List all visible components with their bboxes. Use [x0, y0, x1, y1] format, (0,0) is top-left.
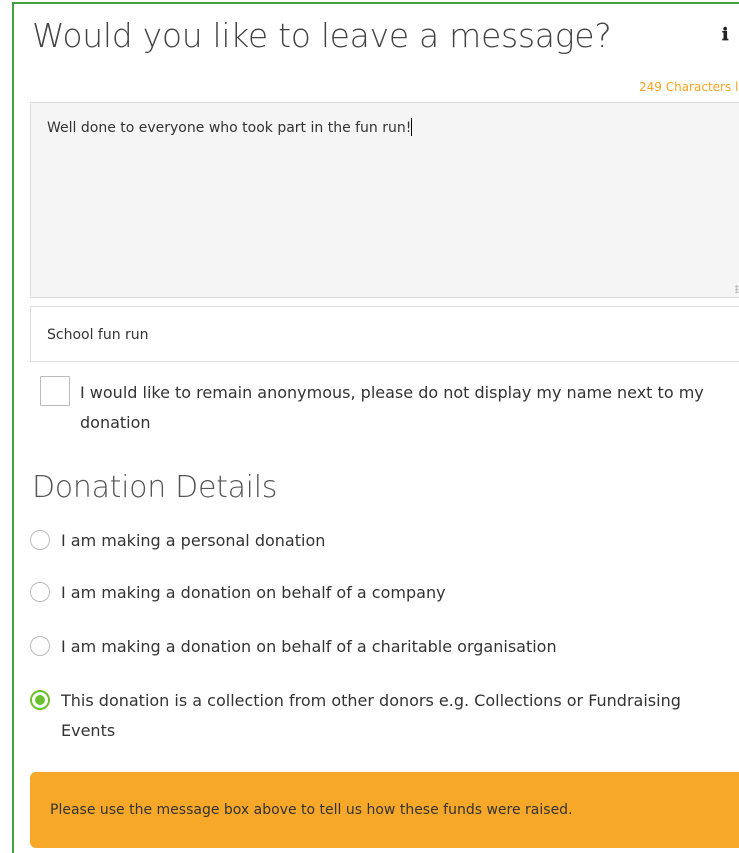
message-textarea[interactable]: Well done to everyone who took part in t… — [30, 102, 739, 298]
display-name-value: School fun run — [47, 327, 149, 343]
text-cursor — [411, 118, 413, 136]
collection-notice-banner: Please use the message box above to tell… — [30, 772, 739, 848]
message-text: Well done to everyone who took part in t… — [47, 120, 412, 136]
radio-label[interactable]: I am making a donation on behalf of a ch… — [61, 632, 721, 662]
donation-details-heading: Donation Details — [32, 470, 278, 505]
radio-button[interactable] — [30, 582, 50, 602]
characters-left-counter: 249 Characters lef — [639, 80, 739, 94]
message-section-title: Would you like to leave a message? — [32, 16, 612, 55]
resize-handle-icon[interactable] — [735, 285, 739, 293]
radio-option-personal[interactable]: I am making a personal donation — [30, 526, 739, 556]
display-name-field[interactable]: School fun run — [30, 306, 739, 362]
anonymous-checkbox-label[interactable]: I would like to remain anonymous, please… — [80, 378, 739, 438]
radio-option-charitable-organisation[interactable]: I am making a donation on behalf of a ch… — [30, 632, 739, 662]
radio-label[interactable]: This donation is a collection from other… — [61, 686, 721, 746]
radio-button-selected[interactable] — [30, 690, 50, 710]
radio-button[interactable] — [30, 636, 50, 656]
radio-label[interactable]: I am making a personal donation — [61, 526, 721, 556]
radio-label[interactable]: I am making a donation on behalf of a co… — [61, 578, 721, 608]
info-icon[interactable]: ℹ — [722, 26, 738, 44]
radio-option-company[interactable]: I am making a donation on behalf of a co… — [30, 578, 739, 608]
radio-button[interactable] — [30, 530, 50, 550]
donation-form-panel: Would you like to leave a message? ℹ 249… — [12, 2, 739, 853]
radio-option-collection[interactable]: This donation is a collection from other… — [30, 686, 739, 746]
anonymous-checkbox[interactable] — [40, 376, 70, 406]
